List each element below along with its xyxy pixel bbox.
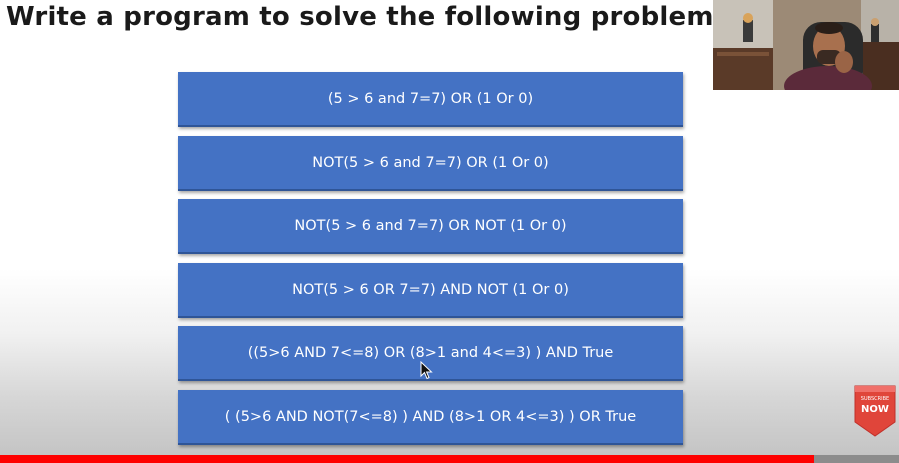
mouse-pointer-icon — [420, 361, 433, 380]
presenter-webcam — [713, 0, 899, 90]
problem-box-4: NOT(5 > 6 OR 7=7) AND NOT (1 Or 0) — [178, 263, 683, 318]
problem-text: NOT(5 > 6 and 7=7) OR NOT (1 Or 0) — [294, 217, 567, 234]
problem-text: NOT(5 > 6 and 7=7) OR (1 Or 0) — [312, 154, 549, 171]
problem-box-6: ( (5>6 AND NOT(7<=8) ) AND (8>1 OR 4<=3)… — [178, 390, 683, 445]
problem-box-3: NOT(5 > 6 and 7=7) OR NOT (1 Or 0) — [178, 199, 683, 254]
problem-box-2: NOT(5 > 6 and 7=7) OR (1 Or 0) — [178, 136, 683, 191]
problem-text: ((5>6 AND 7<=8) OR (8>1 and 4<=3) ) AND … — [247, 344, 614, 361]
slide-title: Write a program to solve the following p… — [6, 2, 740, 32]
problem-text: NOT(5 > 6 OR 7=7) AND NOT (1 Or 0) — [292, 281, 569, 298]
video-progress-fill — [0, 455, 815, 463]
subscribe-label: NOW — [861, 404, 889, 415]
subscribe-button[interactable]: SUBSCRIBE NOW — [852, 384, 898, 438]
subscribe-badge-icon: SUBSCRIBE NOW — [854, 385, 896, 437]
video-progress-bar[interactable] — [0, 455, 899, 463]
problem-box-1: (5 > 6 and 7=7) OR (1 Or 0) — [178, 72, 683, 127]
subscribe-small-label: SUBSCRIBE — [861, 396, 889, 402]
problem-text: ( (5>6 AND NOT(7<=8) ) AND (8>1 OR 4<=3)… — [224, 408, 637, 425]
problem-text: (5 > 6 and 7=7) OR (1 Or 0) — [327, 90, 534, 107]
webcam-scene — [713, 0, 899, 90]
